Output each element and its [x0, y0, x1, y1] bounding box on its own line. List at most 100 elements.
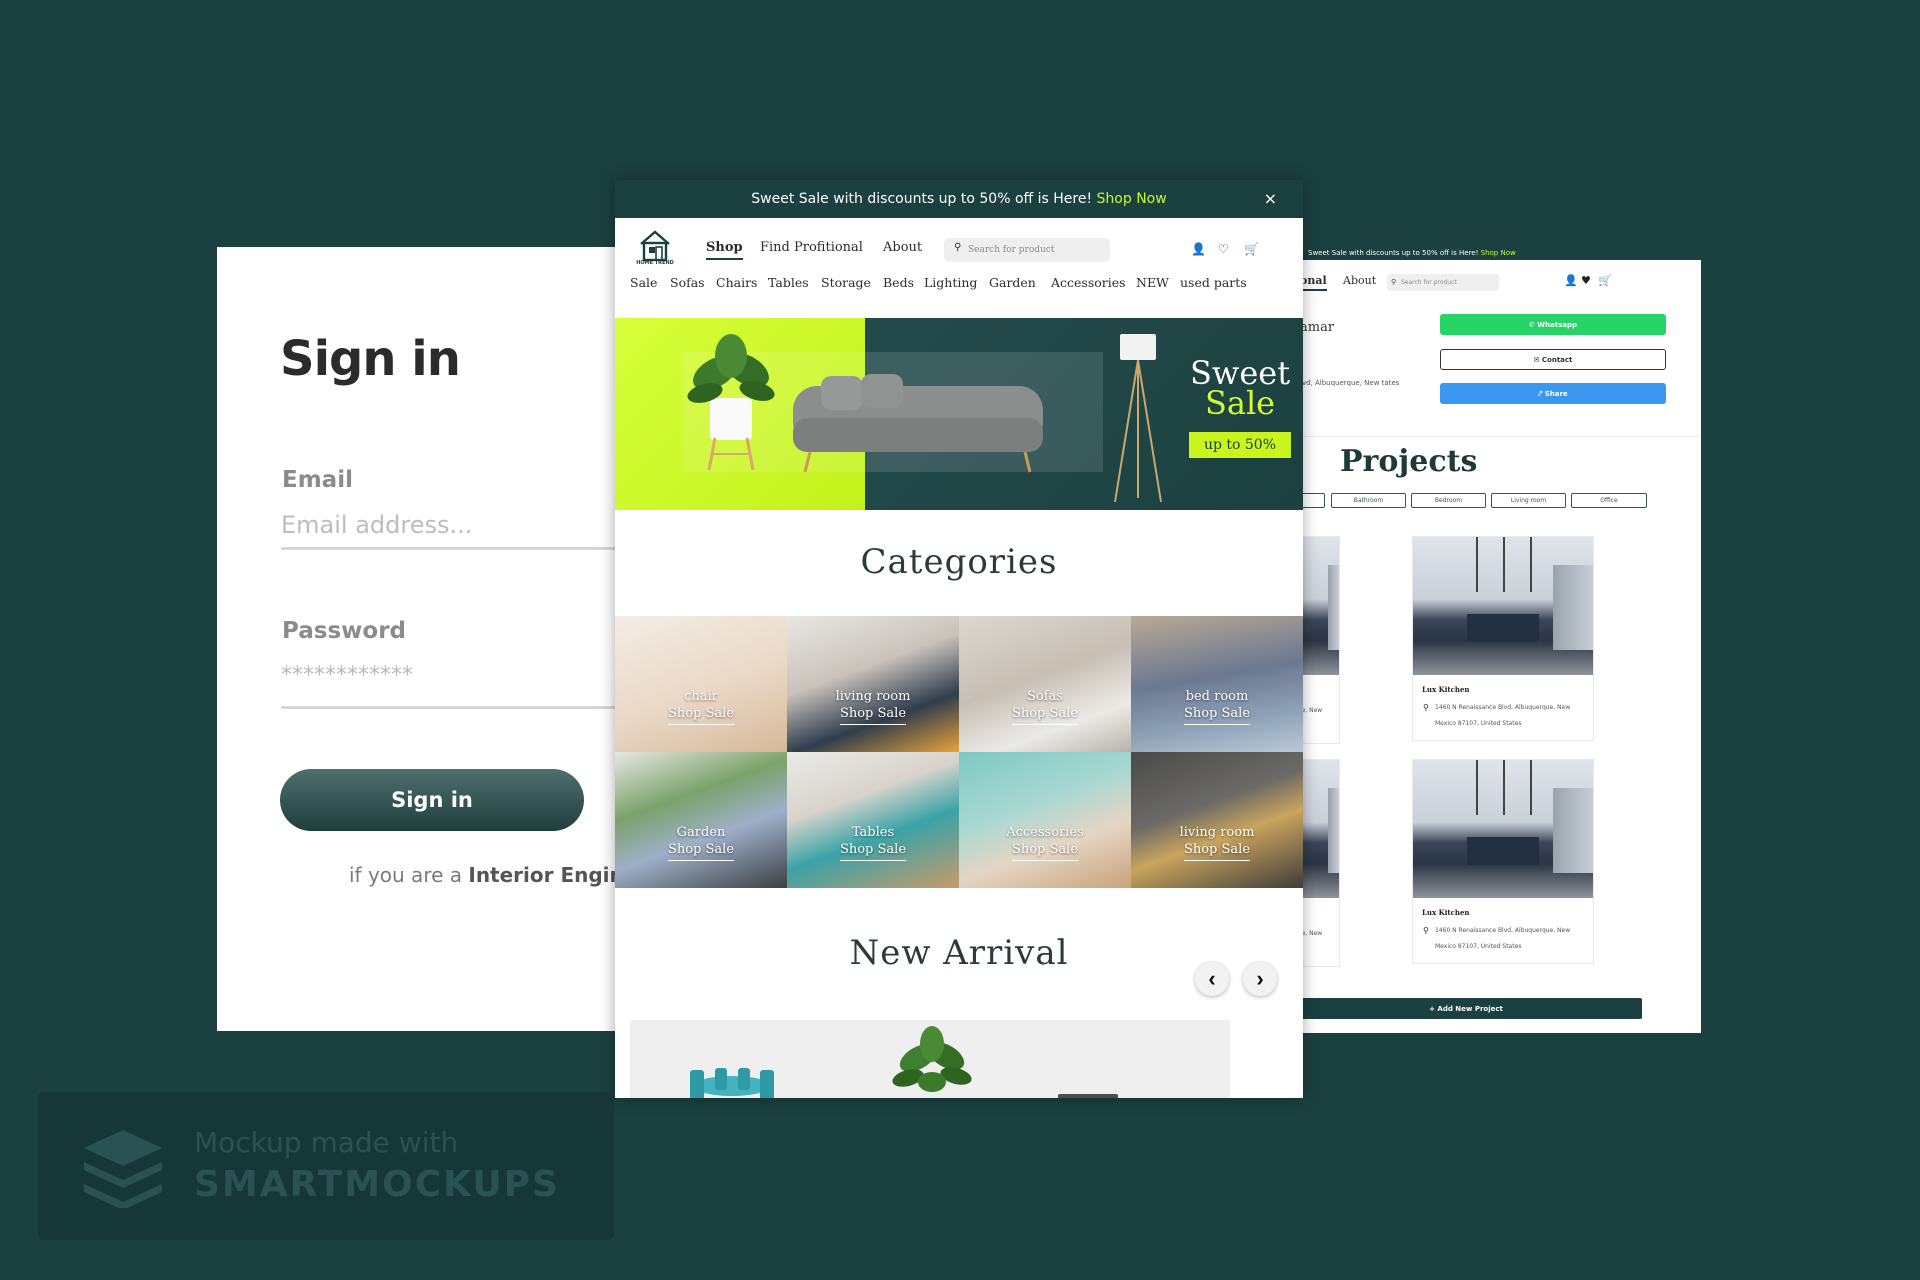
- promo-strip: Sweet Sale with discounts up to 50% off …: [1290, 246, 1701, 260]
- product-card[interactable]: [1026, 1020, 1230, 1098]
- cart-icon[interactable]: 🛒: [1598, 274, 1612, 287]
- tile-name: bed room: [1185, 689, 1249, 704]
- category-link-chairs[interactable]: Chairs: [716, 275, 757, 290]
- floor-lamp: [1120, 334, 1156, 360]
- tile-shop-sale: Shop Sale: [839, 705, 907, 725]
- watermark-line2: SMARTMOCKUPS: [194, 1164, 560, 1205]
- project-address-text: 1460 N Renaissance Blvd, Albuquerque, Ne…: [1435, 704, 1571, 727]
- category-tile-bed-room[interactable]: bed room Shop Sale: [1131, 616, 1303, 752]
- close-icon[interactable]: ×: [1264, 180, 1277, 218]
- category-tile-tables[interactable]: Tables Shop Sale: [787, 752, 959, 888]
- search-input[interactable]: [944, 238, 1110, 262]
- cart-icon[interactable]: 🛒: [1244, 242, 1259, 256]
- password-label: Password: [282, 618, 406, 644]
- hero-discount-badge: up to 50%: [1189, 432, 1291, 458]
- category-link-lighting[interactable]: Lighting: [924, 275, 977, 290]
- location-pin-icon: ⚲: [1423, 926, 1429, 935]
- house-logo-icon: [640, 230, 670, 262]
- product-card[interactable]: [828, 1020, 1032, 1098]
- tile-shop-sale: Shop Sale: [667, 705, 735, 725]
- search-placeholder: Search for product: [1401, 279, 1457, 286]
- product-card[interactable]: [630, 1020, 834, 1098]
- home-trend-logo[interactable]: HOME TREND: [632, 228, 678, 268]
- promo-link[interactable]: Shop Now: [1481, 249, 1516, 257]
- email-field[interactable]: [281, 511, 617, 550]
- tile-name: Tables: [851, 825, 895, 840]
- nav-item-professional[interactable]: onal: [1300, 274, 1327, 291]
- search-icon: ⚲: [1391, 278, 1397, 286]
- add-project-button[interactable]: + Add New Project: [1290, 998, 1642, 1019]
- tile-name: living room: [1179, 825, 1255, 840]
- category-tile-living-room-lighting[interactable]: living room Shop Sale: [1131, 752, 1303, 888]
- project-address: ⚲ 1460 N Renaissance Blvd, Albuquerque, N…: [1413, 917, 1593, 963]
- nav-item-about[interactable]: About: [1343, 274, 1376, 287]
- category-link-new[interactable]: NEW: [1136, 275, 1169, 290]
- category-link-garden[interactable]: Garden: [989, 275, 1036, 290]
- heart-icon[interactable]: ♥: [1581, 274, 1591, 287]
- tile-name: Garden: [676, 825, 726, 840]
- project-address-text: 1460 N Renaissance Blvd, Albuquerque, Ne…: [1435, 927, 1571, 950]
- password-field[interactable]: ************: [281, 663, 617, 709]
- tile-shop-sale: Shop Sale: [1011, 705, 1079, 725]
- project-address: ⚲ 1460 N Renaissance Blvd, Albuquerque, N…: [1413, 694, 1593, 740]
- engineer-link[interactable]: if you are a Interior Enginee: [349, 863, 617, 887]
- category-link-sofas[interactable]: Sofas: [670, 275, 705, 290]
- category-tile-accessories[interactable]: Accessories Shop Sale: [959, 752, 1131, 888]
- filter-living-room[interactable]: Living room: [1491, 493, 1566, 508]
- nav-item-about[interactable]: About: [883, 240, 922, 255]
- filter-bedroom[interactable]: Bedroom: [1411, 493, 1486, 508]
- tile-label: Sofas Shop Sale: [959, 688, 1131, 725]
- share-button[interactable]: ⤤ Share: [1440, 383, 1666, 404]
- tile-label: living room Shop Sale: [787, 688, 959, 725]
- category-tile-living-room[interactable]: living room Shop Sale: [787, 616, 959, 752]
- category-link-storage[interactable]: Storage: [821, 275, 871, 290]
- profile-address: lvd, Albuquerque, New tates: [1300, 379, 1400, 387]
- filter-office[interactable]: Office: [1571, 493, 1647, 508]
- hero-banner[interactable]: Sweet Sale up to 50%: [615, 318, 1303, 510]
- shop-now-link[interactable]: Shop Now: [1097, 191, 1167, 207]
- projects-title: Projects: [1340, 444, 1478, 479]
- tile-label: living room Shop Sale: [1131, 824, 1303, 861]
- profile-nav: onal About ⚲ Search for product 👤 ♥ 🛒: [1290, 274, 1701, 294]
- nav-item-find-profitional[interactable]: Find Profitional: [760, 240, 863, 255]
- category-link-beds[interactable]: Beds: [883, 275, 914, 290]
- hero-title-line2: Sale: [1204, 384, 1276, 422]
- project-card[interactable]: Lux Kitchen ⚲ 1460 N Renaissance Blvd, Al…: [1412, 759, 1594, 964]
- plant-image: [892, 1026, 972, 1092]
- tile-shop-sale: Shop Sale: [1011, 841, 1079, 861]
- search-input[interactable]: ⚲ Search for product: [1387, 274, 1499, 291]
- signin-button[interactable]: Sign in: [280, 769, 584, 831]
- tile-name: chair: [684, 689, 718, 704]
- tile-name: Accessories: [1006, 825, 1084, 840]
- footer-prefix: if you are a: [349, 863, 469, 887]
- heart-icon[interactable]: ♡: [1218, 242, 1229, 256]
- watermark-line1: Mockup made with: [194, 1126, 459, 1159]
- filter-bathroom[interactable]: Bathroom: [1331, 493, 1406, 508]
- nav-item-shop[interactable]: Shop: [706, 240, 743, 260]
- category-link-tables[interactable]: Tables: [768, 275, 809, 290]
- category-tile-garden[interactable]: Garden Shop Sale: [615, 752, 787, 888]
- product-image: [1058, 1094, 1118, 1098]
- category-link-sale[interactable]: Sale: [630, 275, 657, 290]
- project-title: Lux Kitchen: [1422, 908, 1470, 917]
- category-link-accessories[interactable]: Accessories: [1051, 275, 1126, 290]
- project-card[interactable]: Lux Kitchen ⚲ 1460 N Renaissance Blvd, Al…: [1412, 536, 1594, 741]
- user-icon[interactable]: 👤: [1564, 274, 1578, 287]
- whatsapp-button[interactable]: ✆ Whatsapp: [1440, 314, 1666, 335]
- category-tile-sofas[interactable]: Sofas Shop Sale: [959, 616, 1131, 752]
- category-tile-chair[interactable]: chair Shop Sale: [615, 616, 787, 752]
- carousel-next-button[interactable]: ›: [1243, 962, 1277, 996]
- signin-title: Sign in: [280, 331, 461, 387]
- user-icon[interactable]: 👤: [1191, 242, 1206, 256]
- tile-shop-sale: Shop Sale: [839, 841, 907, 861]
- category-link-used-parts[interactable]: used parts: [1180, 275, 1247, 290]
- tile-shop-sale: Shop Sale: [1183, 841, 1251, 861]
- carousel-prev-button[interactable]: ‹: [1195, 962, 1229, 996]
- tile-label: bed room Shop Sale: [1131, 688, 1303, 725]
- dining-set-image: [690, 1068, 774, 1098]
- smartmockups-watermark: Mockup made with SMARTMOCKUPS: [38, 1092, 614, 1240]
- profile-name: amar: [1300, 320, 1335, 335]
- promo-bar: Sweet Sale with discounts up to 50% off …: [615, 180, 1303, 218]
- contact-button[interactable]: ✉ Contact: [1440, 349, 1666, 370]
- project-image: [1413, 537, 1593, 675]
